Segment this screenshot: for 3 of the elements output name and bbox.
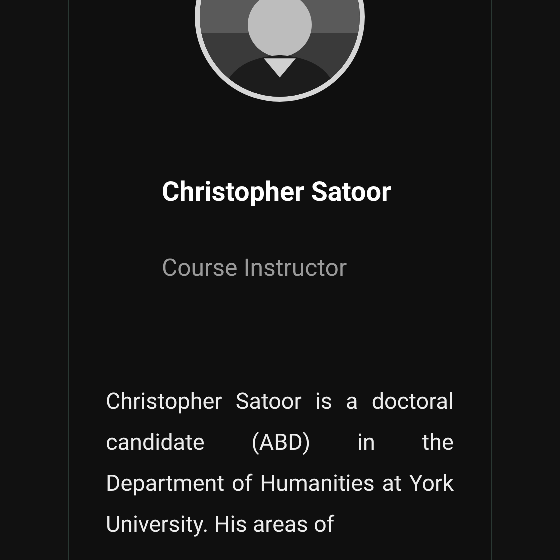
person-name: Christopher Satoor [162,176,392,208]
bio-paragraph: Christopher Satoor is a doctoral candidate (ABD) in the Department of Humanities at York University. His areas of [106,388,454,540]
role-text: Course Instructor [162,254,348,282]
